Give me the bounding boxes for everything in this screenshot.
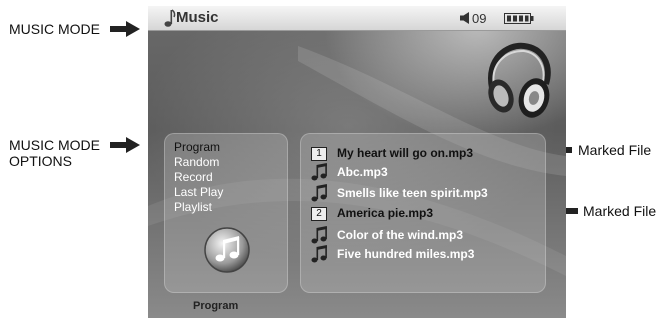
mark-number: 1 — [311, 147, 327, 161]
annotation-line-2: OPTIONS — [9, 153, 73, 169]
file-name: Color of the wind.mp3 — [337, 228, 463, 242]
headphones-icon — [488, 42, 551, 118]
option-random[interactable]: Random — [174, 155, 219, 170]
annotation-line-1: MUSIC MODE — [9, 137, 100, 153]
option-program[interactable]: Program — [174, 140, 220, 155]
current-mode-label: Program — [193, 300, 239, 312]
file-name: My heart will go on.mp3 — [337, 146, 474, 160]
mark-number: 2 — [311, 207, 327, 221]
file-name: Smells like teen spirit.mp3 — [337, 186, 488, 200]
music-note-disc-icon — [204, 227, 250, 273]
battery-icon — [504, 13, 534, 24]
music-note-icon — [164, 9, 176, 27]
status-bar: Music 09 — [148, 6, 566, 31]
file-name: Five hundred miles.mp3 — [337, 247, 475, 261]
file-name: Abc.mp3 — [337, 165, 388, 179]
file-name: America pie.mp3 — [337, 206, 434, 220]
music-file-icon — [311, 245, 327, 263]
file-list-panel: 1 My heart will go on.mp3 Abc.mp3 Smells… — [300, 133, 546, 293]
annotation-marked-file-2: Marked File — [583, 203, 657, 219]
speaker-icon — [460, 12, 469, 24]
annotation-music-mode-options: MUSIC MODE OPTIONS — [9, 137, 100, 169]
option-playlist[interactable]: Playlist — [174, 200, 212, 215]
status-title: Music — [176, 9, 219, 26]
volume-level: 09 — [472, 11, 487, 26]
annotation-marked-file-1: Marked File — [578, 142, 652, 158]
arrow-right-icon — [110, 137, 140, 153]
device-screen: Music 09 Program Random Record Last Play… — [148, 6, 566, 318]
music-file-icon — [311, 184, 327, 202]
music-file-icon — [311, 226, 327, 244]
music-file-icon — [311, 163, 327, 181]
annotation-music-mode: MUSIC MODE — [9, 21, 100, 37]
option-record[interactable]: Record — [174, 170, 213, 185]
option-last-play[interactable]: Last Play — [174, 185, 223, 200]
options-panel: Program Random Record Last Play Playlist — [164, 133, 288, 293]
arrow-right-icon — [110, 21, 140, 37]
